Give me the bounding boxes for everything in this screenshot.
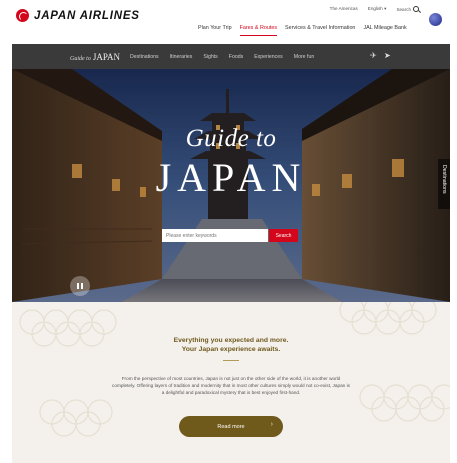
guide-brand-script: Guide to [70, 55, 91, 62]
subnav-more-fun[interactable]: More fun [294, 54, 314, 60]
jal-logo[interactable]: JAPAN AIRLINES [16, 9, 140, 22]
guide-links: Destinations Itineraries Sights Foods Ex… [130, 54, 314, 60]
tagline-line-2: Your Japan experience awaits. [181, 346, 281, 353]
destinations-side-tab[interactable]: Destinations [438, 159, 450, 209]
guide-brand-main: JAPAN [92, 51, 121, 62]
read-more-button[interactable]: Read more › [179, 416, 283, 437]
main-nav: Plan Your Trip Fares & Routes Services &… [198, 25, 407, 36]
globe-icon[interactable] [429, 13, 442, 26]
search-icon [413, 6, 419, 12]
region-selector[interactable]: The Americas [330, 6, 358, 11]
nav-plan-your-trip[interactable]: Plan Your Trip [198, 25, 232, 36]
search-label: Search [396, 7, 411, 12]
guide-subnav: Guide to JAPAN Destinations Itineraries … [12, 44, 450, 69]
guide-page: Guide to JAPAN Destinations Itineraries … [12, 44, 450, 463]
pause-icon [77, 283, 79, 289]
chevron-right-icon: › [270, 421, 273, 428]
share-icon[interactable]: ➤ [384, 52, 392, 60]
utility-bar: The Americas English ▾ Search [330, 5, 419, 12]
intro-body-text: From the perspective of most countries, … [112, 376, 350, 395]
search-link[interactable]: Search [396, 5, 419, 12]
hero-banner: Guide to JAPAN Search Destinations [12, 69, 450, 302]
subnav-sights[interactable]: Sights [203, 54, 217, 60]
search-button[interactable]: Search [269, 229, 298, 242]
nav-services-travel-info[interactable]: Services & Travel Information [285, 25, 355, 36]
section-divider [223, 360, 239, 361]
subnav-destinations[interactable]: Destinations [130, 54, 159, 60]
subnav-tools: ✈ ➤ [370, 52, 392, 60]
crane-logo-icon [16, 9, 29, 22]
intro-tagline: Everything you expected and more. Your J… [12, 336, 450, 354]
hero-main-title: JAPAN [155, 155, 307, 200]
language-label: English [367, 5, 383, 11]
hero-script-title: Guide to [185, 125, 277, 152]
logo-text: JAPAN AIRLINES [34, 9, 140, 22]
slideshow-pause-button[interactable] [70, 276, 90, 296]
nav-jal-mileage-bank[interactable]: JAL Mileage Bank [363, 25, 406, 36]
subnav-experiences[interactable]: Experiences [254, 54, 283, 60]
read-more-label: Read more [217, 423, 245, 430]
nav-fares-routes[interactable]: Fares & Routes [239, 25, 278, 36]
tagline-line-1: Everything you expected and more. [173, 337, 289, 344]
subnav-itineraries[interactable]: Itineraries [170, 54, 193, 60]
destinations-tab-label: Destinations [441, 165, 447, 194]
site-header: JAPAN AIRLINES The Americas English ▾ Se… [0, 0, 457, 44]
guide-brand[interactable]: Guide to JAPAN [70, 52, 120, 62]
pause-icon-bar [81, 283, 83, 289]
plane-icon[interactable]: ✈ [370, 52, 378, 60]
intro-section: Everything you expected and more. Your J… [12, 302, 450, 463]
subnav-foods[interactable]: Foods [229, 54, 243, 60]
language-selector[interactable]: English ▾ [368, 6, 387, 12]
keyword-search-input[interactable] [162, 229, 268, 242]
